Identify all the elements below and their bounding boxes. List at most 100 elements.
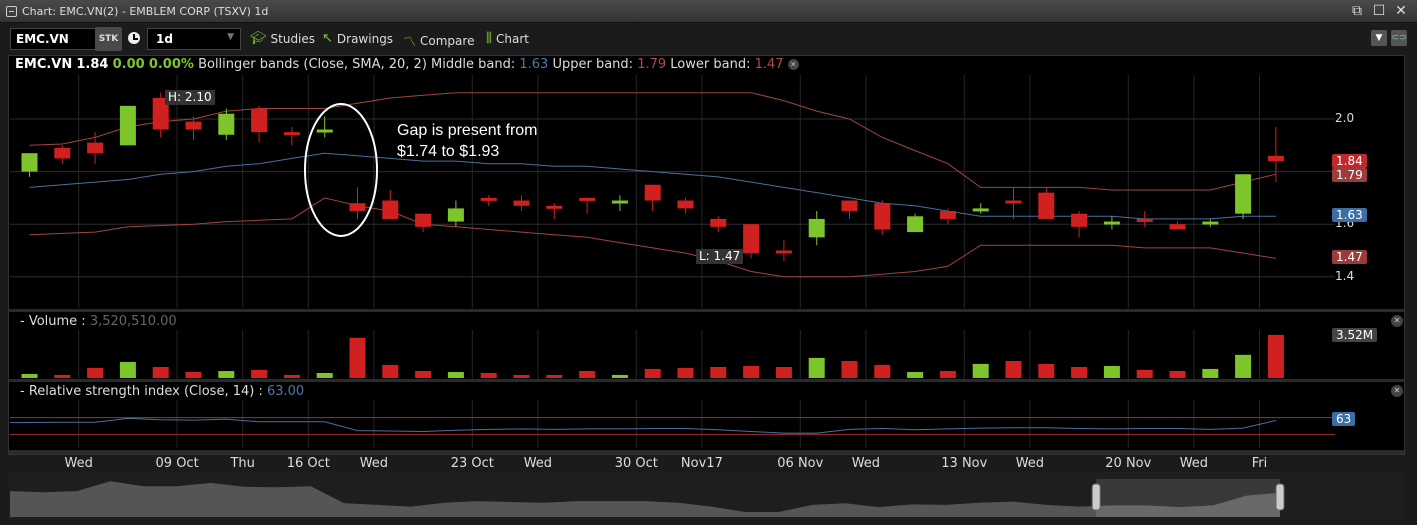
x-tick-label: 13 Nov [941,456,988,471]
volume-bar [874,364,891,378]
volume-panel-title: - Volume : 3,520,510.00 [20,314,177,329]
volume-bar [546,374,563,378]
candle-body [447,208,464,222]
volume-bar [54,374,71,378]
volume-bar [513,374,530,378]
x-tick-label: Wed [1179,456,1209,471]
annotation-line-2: $1.74 to $1.93 [397,143,500,160]
candle-body [349,203,366,212]
volume-bar [382,364,399,378]
annotation-line-1: Gap is present from [397,122,538,139]
close-rsi-panel-icon[interactable]: ✕ [1391,385,1403,397]
candle-body [21,153,38,172]
x-tick-label: 09 Oct [155,456,199,471]
x-tick-label: Fri [1251,456,1268,471]
rsi-value: 63.00 [266,384,305,399]
x-tick-label: 06 Nov [777,456,824,471]
candle-body [874,203,891,230]
candle-body [87,142,104,154]
volume-bar [611,374,628,378]
volume-bar [775,366,792,378]
lower-band-badge: 1.47 [1332,250,1367,264]
candle-body [611,200,628,204]
volume-badge: 3.52M [1332,328,1378,342]
volume-bar [87,367,104,378]
volume-bar [939,371,956,378]
x-tick-label: Wed [851,456,881,471]
bollinger-upper-band [29,92,1277,191]
volume-bar [283,374,300,378]
volume-bar [152,366,169,378]
volume-bar [21,373,38,378]
price-tick: 1.4 [1335,269,1355,283]
volume-bar [1038,363,1055,378]
legend-symbol: EMC.VN [15,57,73,72]
volume-bar [1136,369,1153,378]
candle-body [1136,218,1153,222]
volume-bar [644,368,661,378]
volume-bar [480,372,497,378]
candle-body [579,197,596,201]
navigator-selection [1096,479,1280,517]
volume-bar [447,371,464,378]
volume-bar [743,365,760,378]
candle-body [546,205,563,209]
candle-body [1267,155,1284,162]
legend-study-name: Bollinger bands (Close, SMA, 20, 2) [198,57,427,72]
candle-body [1038,192,1055,219]
navigator-handle[interactable] [1091,483,1101,511]
x-tick-label: Wed [64,456,93,471]
rsi-panel-title: - Relative strength index (Close, 14) : … [20,384,304,399]
volume-bar [185,371,202,378]
volume-bar [119,361,136,378]
candle-body [1103,221,1120,225]
volume-bar [1202,368,1219,378]
candle-body [1005,200,1022,204]
candle-body [382,200,399,219]
close-volume-panel-icon[interactable]: ✕ [1391,315,1403,327]
candle-body [939,211,956,219]
legend-upper-value: 1.79 [637,57,667,72]
volume-bar [579,371,596,378]
legend-lower-value: 1.47 [754,57,784,72]
panel-divider [9,309,1404,312]
panel-divider [9,450,1404,454]
x-tick-label: 30 Oct [614,456,658,471]
rsi-line [9,417,1277,434]
price-tick: 2.0 [1335,111,1355,125]
volume-title: - Volume : [20,314,86,329]
volume-bar [907,371,924,378]
candle-body [841,200,858,212]
navigator-handle[interactable] [1275,483,1285,511]
candle-body [251,108,268,133]
x-tick-label: 20 Nov [1105,456,1152,471]
candle-body [644,184,661,201]
volume-bar [316,372,333,378]
volume-bar [1169,371,1186,378]
candle-body [710,218,727,227]
volume-bar [808,357,825,378]
volume-bar [1071,366,1088,378]
gap-highlight-ellipse [304,103,378,237]
legend-change-pct: 0.00% [148,57,194,72]
gap-annotation: Gap is present from $1.74 to $1.93 [397,120,538,162]
legend-middle-value: 1.63 [519,57,549,72]
middle-band-badge: 1.63 [1332,208,1367,222]
legend-change: 0.00 [112,57,145,72]
x-tick-label: Wed [359,456,389,471]
candle-body [1071,213,1088,227]
candle-body [316,129,333,133]
remove-study-icon[interactable]: ✕ [787,59,799,70]
candle-body [1202,221,1219,225]
volume-value: 3,520,510.00 [89,314,177,329]
volume-bar [1267,334,1284,378]
volume-bar [349,337,366,378]
volume-bar [972,363,989,378]
volume-bar [841,360,858,378]
candle-body [808,218,825,238]
volume-bar [677,367,694,378]
panel-divider [9,379,1404,382]
candle-body [119,105,136,146]
low-label: L: 1.47 [696,249,744,264]
candle-body [743,224,760,254]
